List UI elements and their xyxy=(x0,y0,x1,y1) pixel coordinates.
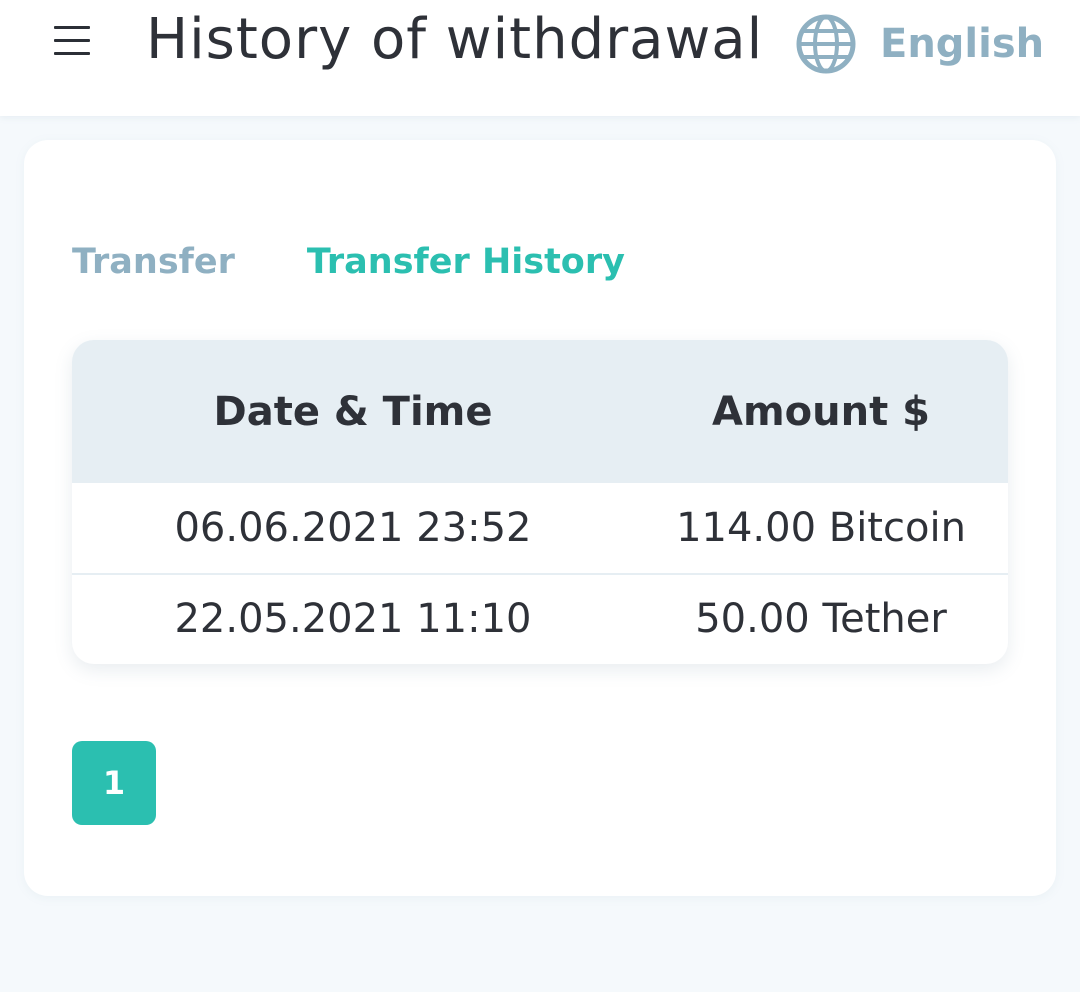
cell-amount: 114.00 Bitcoin xyxy=(676,505,966,551)
table-row: 22.05.2021 11:10 50.00 Tether xyxy=(72,573,1008,663)
pagination-page-button[interactable]: 1 xyxy=(72,741,156,825)
language-label: English xyxy=(880,21,1045,67)
table-row: 06.06.2021 23:52 114.00 Bitcoin xyxy=(72,483,1008,573)
menu-icon[interactable] xyxy=(54,26,90,56)
column-header-amount: Amount $ xyxy=(712,388,930,435)
cell-datetime: 06.06.2021 23:52 xyxy=(174,505,532,551)
cell-amount: 50.00 Tether xyxy=(695,596,947,642)
history-card: Transfer Transfer History Date & Time Am… xyxy=(24,140,1056,896)
tab-transfer[interactable]: Transfer xyxy=(72,238,235,286)
cell-datetime: 22.05.2021 11:10 xyxy=(174,596,532,642)
table-header: Date & Time Amount $ xyxy=(72,340,1008,483)
top-bar: History of withdrawal English xyxy=(0,0,1080,116)
column-header-date: Date & Time xyxy=(213,388,493,435)
globe-icon xyxy=(796,14,856,74)
history-table: Date & Time Amount $ 06.06.2021 23:52 11… xyxy=(72,340,1008,664)
tab-bar: Transfer Transfer History xyxy=(72,238,697,286)
language-selector[interactable]: English xyxy=(796,14,1044,74)
tab-transfer-history[interactable]: Transfer History xyxy=(307,238,625,286)
page-title: History of withdrawal xyxy=(146,7,764,72)
